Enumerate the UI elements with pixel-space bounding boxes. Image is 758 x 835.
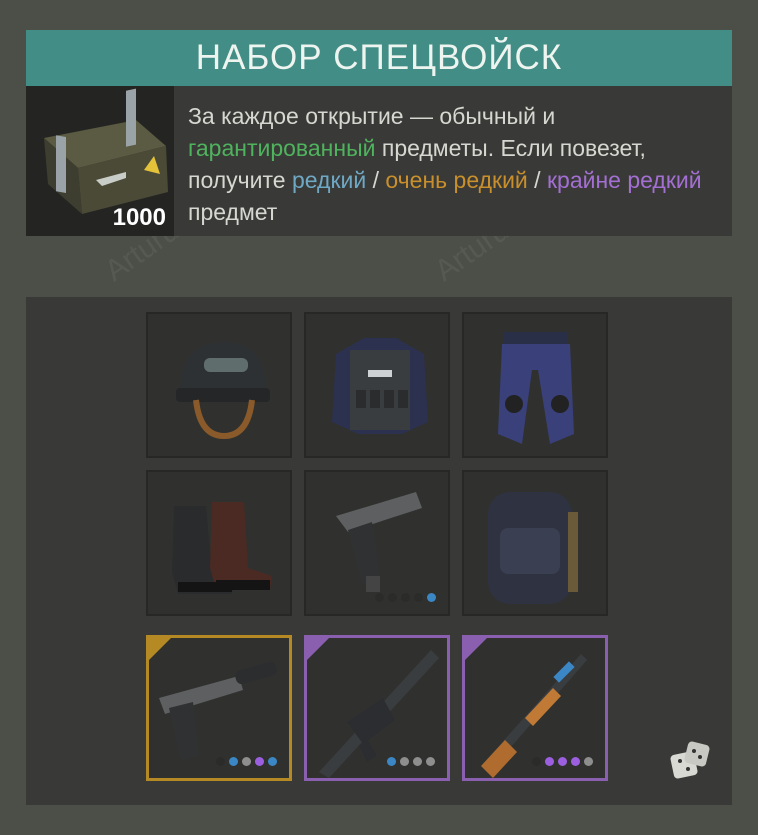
kit-items-panel bbox=[26, 297, 732, 805]
tactical-backpack-icon bbox=[488, 492, 578, 604]
tactical-pants-icon bbox=[498, 332, 574, 444]
kit-info-panel: 1000 За каждое открытие — обычный и гара… bbox=[26, 86, 732, 236]
crate-slot[interactable]: 1000 bbox=[26, 86, 174, 236]
rare-text: редкий bbox=[291, 167, 367, 193]
rarity-dot bbox=[571, 757, 580, 766]
tactical-helmet-icon bbox=[176, 342, 270, 440]
rarity-dot bbox=[268, 757, 277, 766]
rarity-dot bbox=[545, 757, 554, 766]
rarity-dot bbox=[413, 757, 422, 766]
kit-title: НАБОР СПЕЦВОЙСК bbox=[26, 30, 732, 86]
rarity-dots bbox=[532, 757, 593, 766]
rarity-dot bbox=[216, 757, 225, 766]
dice-icon[interactable] bbox=[666, 739, 714, 787]
crate-count: 1000 bbox=[112, 204, 166, 231]
item-slot-backpack[interactable] bbox=[462, 470, 608, 616]
rarity-dot bbox=[388, 593, 397, 602]
item-slot-silenced-pistol[interactable] bbox=[146, 635, 292, 781]
item-slot-helmet[interactable] bbox=[146, 312, 292, 458]
guaranteed-text: гарантированный bbox=[188, 135, 376, 161]
rarity-dots bbox=[375, 593, 436, 602]
item-slot-pistol[interactable] bbox=[304, 470, 450, 616]
item-slot-akm[interactable] bbox=[462, 635, 608, 781]
rarity-dot bbox=[401, 593, 410, 602]
rarity-dot bbox=[558, 757, 567, 766]
police-vest-icon bbox=[332, 338, 428, 434]
rarity-dot bbox=[229, 757, 238, 766]
item-slot-pants[interactable] bbox=[462, 312, 608, 458]
rarity-dots bbox=[216, 757, 277, 766]
rarity-dot bbox=[414, 593, 423, 602]
extremely-rare-text: крайне редкий bbox=[546, 167, 702, 193]
item-slot-m4[interactable] bbox=[304, 635, 450, 781]
rarity-dot bbox=[584, 757, 593, 766]
very-rare-text: очень редкий bbox=[385, 167, 528, 193]
rarity-dot bbox=[426, 757, 435, 766]
kit-description: За каждое открытие — обычный и гарантиро… bbox=[188, 103, 702, 225]
rarity-dot bbox=[387, 757, 396, 766]
rarity-dot bbox=[375, 593, 384, 602]
rarity-dots bbox=[387, 757, 435, 766]
rarity-dot bbox=[427, 593, 436, 602]
rarity-dot bbox=[400, 757, 409, 766]
combat-boots-icon bbox=[172, 502, 272, 594]
item-slot-boots[interactable] bbox=[146, 470, 292, 616]
rarity-dot bbox=[255, 757, 264, 766]
item-slot-vest[interactable] bbox=[304, 312, 450, 458]
rarity-dot bbox=[242, 757, 251, 766]
rarity-dot bbox=[532, 757, 541, 766]
